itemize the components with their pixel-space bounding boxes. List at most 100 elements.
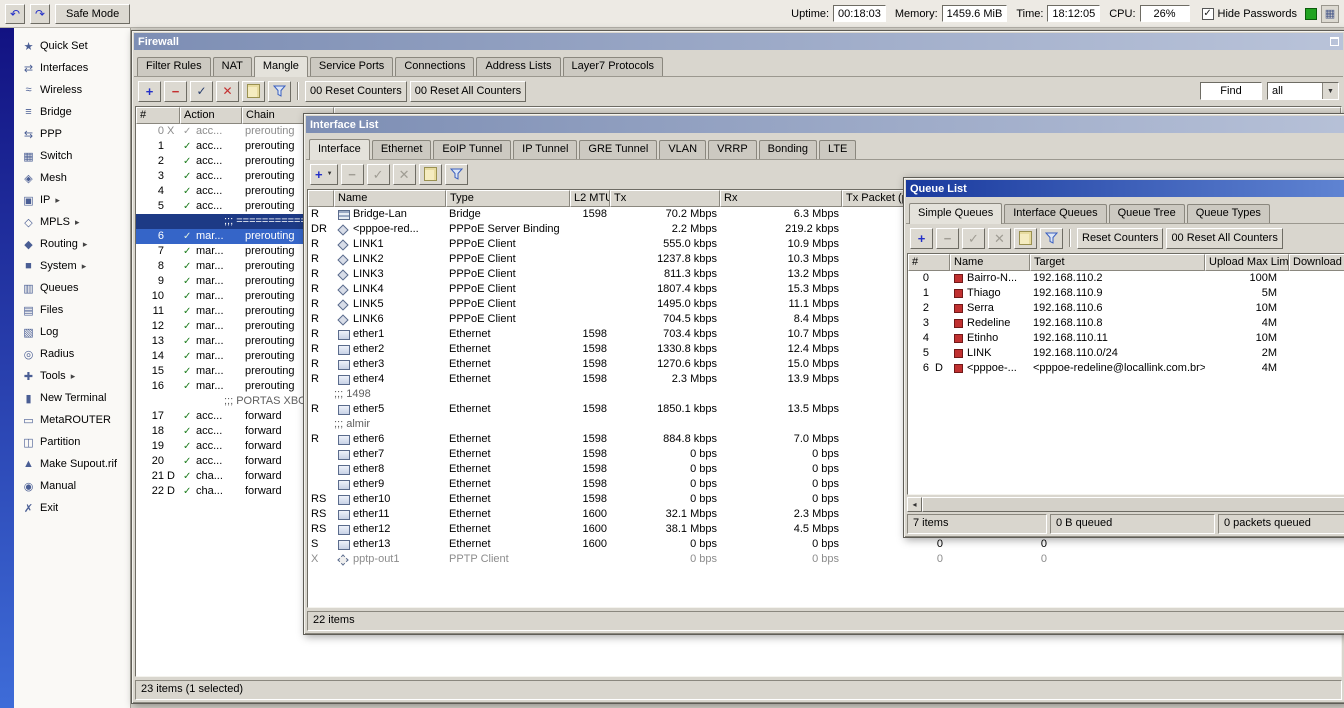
queue-tab-interface-queues[interactable]: Interface Queues [1004, 204, 1106, 223]
sidebar-item-quick-set[interactable]: ★Quick Set [14, 35, 130, 57]
column-header-tx[interactable]: Tx [610, 190, 720, 207]
firewall-tab-filter-rules[interactable]: Filter Rules [137, 57, 211, 76]
reset-counters-button[interactable]: Reset Counters [1077, 228, 1163, 249]
interface-row[interactable]: Xpptp-out1PPTP Client0 bps0 bps00 [308, 552, 1344, 567]
firewall-tab-layer7-protocols[interactable]: Layer7 Protocols [563, 57, 664, 76]
interface-tab-ethernet[interactable]: Ethernet [372, 140, 432, 159]
add-dropdown-button[interactable]: +▼ [310, 164, 338, 185]
reset-counters-button[interactable]: 00 Reset Counters [305, 81, 407, 102]
add-button[interactable]: + [138, 81, 161, 102]
firewall-tab-service-ports[interactable]: Service Ports [310, 57, 393, 76]
sidebar-item-switch[interactable]: ▦Switch [14, 145, 130, 167]
filter-button[interactable] [268, 81, 291, 102]
sidebar-item-tools[interactable]: ✚Tools▸ [14, 365, 130, 387]
sidebar-item-new-terminal[interactable]: ▮New Terminal [14, 387, 130, 409]
sidebar-item-log[interactable]: ▧Log [14, 321, 130, 343]
column-header-upload-max-limit[interactable]: Upload Max Limit [1205, 254, 1289, 271]
app-grid-icon[interactable]: ▦ [1321, 5, 1339, 23]
sidebar-item-exit[interactable]: ✗Exit [14, 497, 130, 519]
disable-button[interactable]: ✕ [216, 81, 239, 102]
scroll-track[interactable] [922, 497, 1344, 512]
firewall-tab-address-lists[interactable]: Address Lists [476, 57, 560, 76]
queue-row[interactable]: 5LINK192.168.110.0/242M2M [908, 346, 1344, 361]
sidebar-item-system[interactable]: ■System▸ [14, 255, 130, 277]
remove-button[interactable]: − [164, 81, 187, 102]
sidebar-item-partition[interactable]: ◫Partition [14, 431, 130, 453]
interface-tab-bonding[interactable]: Bonding [759, 140, 817, 159]
column-header-target[interactable]: Target [1030, 254, 1205, 271]
queue-row[interactable]: 1Thiago192.168.110.95M40M [908, 286, 1344, 301]
redo-button[interactable]: ↷ [30, 4, 50, 24]
column-header-action[interactable]: Action [180, 107, 242, 124]
sidebar-item-ip[interactable]: ▣IP▸ [14, 189, 130, 211]
comment-button[interactable] [1014, 228, 1037, 249]
comment-button[interactable] [419, 164, 442, 185]
sidebar-item-ppp[interactable]: ⇆PPP [14, 123, 130, 145]
firewall-tab-connections[interactable]: Connections [395, 57, 474, 76]
filter-button[interactable] [1040, 228, 1063, 249]
firewall-tab-mangle[interactable]: Mangle [254, 56, 308, 77]
column-header-c0[interactable] [308, 190, 334, 207]
sidebar-item-make-supout-rif[interactable]: ▲Make Supout.rif [14, 453, 130, 475]
interface-tab-gre-tunnel[interactable]: GRE Tunnel [579, 140, 657, 159]
scroll-left-icon[interactable]: ◂ [907, 497, 922, 512]
interface-list-titlebar[interactable]: Interface List [306, 116, 1344, 133]
column-header-name[interactable]: Name [950, 254, 1030, 271]
enable-button[interactable]: ✓ [962, 228, 985, 249]
filter-scope-dropdown[interactable]: all ▼ [1267, 82, 1339, 100]
interface-tab-vrrp[interactable]: VRRP [708, 140, 757, 159]
add-button[interactable]: + [910, 228, 933, 249]
queue-row[interactable]: 2Serra192.168.110.610M100M [908, 301, 1344, 316]
enable-button[interactable]: ✓ [367, 164, 390, 185]
sidebar-item-radius[interactable]: ◎Radius [14, 343, 130, 365]
interface-tab-eoip-tunnel[interactable]: EoIP Tunnel [433, 140, 511, 159]
scroll-thumb[interactable] [922, 497, 1344, 512]
column-header-type[interactable]: Type [446, 190, 570, 207]
queue-row[interactable]: 4Etinho192.168.110.1110M70M [908, 331, 1344, 346]
column-header-c0[interactable]: # [908, 254, 950, 271]
queue-tab-queue-tree[interactable]: Queue Tree [1109, 204, 1185, 223]
sidebar-item-wireless[interactable]: ≈Wireless [14, 79, 130, 101]
column-header-rx[interactable]: Rx [720, 190, 842, 207]
disable-button[interactable]: ✕ [393, 164, 416, 185]
enable-button[interactable]: ✓ [190, 81, 213, 102]
remove-button[interactable]: − [936, 228, 959, 249]
column-header-c0[interactable]: # [136, 107, 180, 124]
sidebar-item-bridge[interactable]: ≡Bridge [14, 101, 130, 123]
queue-tab-simple-queues[interactable]: Simple Queues [909, 203, 1002, 224]
queue-tab-queue-types[interactable]: Queue Types [1187, 204, 1270, 223]
find-button[interactable]: Find [1200, 82, 1262, 100]
interface-tab-vlan[interactable]: VLAN [659, 140, 706, 159]
disable-button[interactable]: ✕ [988, 228, 1011, 249]
interface-tab-ip-tunnel[interactable]: IP Tunnel [513, 140, 577, 159]
reset-all-counters-button[interactable]: 00 Reset All Counters [1166, 228, 1282, 249]
column-header-name[interactable]: Name [334, 190, 446, 207]
sidebar-item-metarouter[interactable]: ▭MetaROUTER [14, 409, 130, 431]
interface-row[interactable]: Sether13Ethernet16000 bps0 bps00 [308, 537, 1344, 552]
comment-button[interactable] [242, 81, 265, 102]
queue-hscrollbar[interactable]: ◂ [907, 497, 1344, 512]
column-header-download-max-limit[interactable]: Download Max Limit [1289, 254, 1344, 271]
firewall-titlebar[interactable]: Firewall [134, 33, 1343, 50]
sidebar-item-manual[interactable]: ◉Manual [14, 475, 130, 497]
interface-tab-interface[interactable]: Interface [309, 139, 370, 160]
queue-row[interactable]: 3Redeline192.168.110.84M20M [908, 316, 1344, 331]
sidebar-item-interfaces[interactable]: ⇄Interfaces [14, 57, 130, 79]
firewall-tab-nat[interactable]: NAT [213, 57, 252, 76]
interface-tab-lte[interactable]: LTE [819, 140, 856, 159]
queue-list-titlebar[interactable]: Queue List [906, 180, 1344, 197]
filter-button[interactable] [445, 164, 468, 185]
queue-row[interactable]: 0Bairro-N...192.168.110.2100M100M [908, 271, 1344, 286]
sidebar-item-mpls[interactable]: ◇MPLS▸ [14, 211, 130, 233]
restore-icon[interactable] [1330, 37, 1339, 46]
remove-button[interactable]: − [341, 164, 364, 185]
undo-button[interactable]: ↶ [5, 4, 25, 24]
sidebar-item-queues[interactable]: ▥Queues [14, 277, 130, 299]
sidebar-item-routing[interactable]: ◆Routing▸ [14, 233, 130, 255]
reset-all-counters-button[interactable]: 00 Reset All Counters [410, 81, 526, 102]
queue-row[interactable]: 6D<pppoe-...<pppoe-redeline@locallink.co… [908, 361, 1344, 376]
safe-mode-button[interactable]: Safe Mode [55, 4, 130, 24]
column-header-l2-mtu[interactable]: L2 MTU [570, 190, 610, 207]
hide-passwords-checkbox[interactable]: ✓ [1202, 8, 1214, 20]
chevron-down-icon[interactable]: ▼ [1322, 83, 1338, 99]
